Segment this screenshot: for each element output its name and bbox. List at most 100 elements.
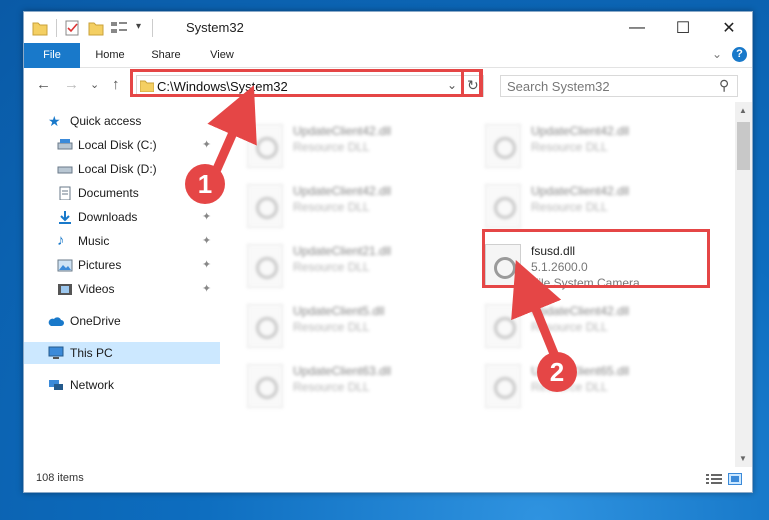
dll-file-icon (485, 184, 521, 228)
window-title: System32 (186, 20, 244, 35)
address-highlight-box (130, 69, 482, 97)
sidebar-item-music[interactable]: ♪ Music ✦ (24, 230, 220, 252)
close-button[interactable]: ✕ (706, 12, 752, 43)
file-name: UpdateClient65.dll (531, 364, 630, 378)
scroll-down-icon[interactable]: ▼ (739, 454, 747, 463)
scrollbar-thumb[interactable] (737, 122, 750, 170)
dll-file-icon (247, 184, 283, 228)
sidebar-item-label: Documents (78, 186, 139, 200)
sidebar-item-videos[interactable]: Videos ✦ (24, 278, 220, 300)
folder-icon (32, 22, 48, 36)
sidebar-item-label: Pictures (78, 258, 122, 272)
pin-icon[interactable]: ✦ (202, 182, 211, 204)
tab-share[interactable]: Share (144, 43, 188, 67)
pin-icon[interactable]: ✦ (202, 254, 211, 276)
properties-icon[interactable] (64, 19, 80, 37)
list-item[interactable]: UpdateClient42.dll Resource DLL (247, 182, 467, 234)
sidebar-item-label: Local Disk (C:) (78, 138, 157, 152)
file-name: UpdateClient42.dll (531, 184, 630, 198)
status-bar: 108 items (24, 467, 752, 492)
vertical-scrollbar[interactable]: ▲ ▼ (735, 102, 752, 467)
navigation-bar: ← → ⌄ ↑ C:\Windows\System32 ⌄ ↻ Search S… (24, 68, 752, 102)
list-item[interactable]: UpdateClient63.dll Resource DLL (247, 362, 467, 414)
quick-access-dropdown-icon[interactable]: ▾ (136, 21, 141, 32)
dll-file-icon (247, 244, 283, 288)
cloud-icon (48, 317, 64, 326)
file-name: UpdateClient42.dll (531, 304, 630, 318)
list-item[interactable]: UpdateClient42.dll Resource DLL (485, 182, 705, 234)
file-name: UpdateClient63.dll (293, 364, 392, 378)
sidebar-item-downloads[interactable]: Downloads ✦ (24, 206, 220, 228)
back-button[interactable]: ← (36, 76, 51, 93)
list-item[interactable]: UpdateClient21.dll Resource DLL (247, 242, 467, 294)
title-bar: ▾ System32 — ☐ ✕ (24, 12, 752, 43)
list-item[interactable]: UpdateClient42.dll Resource DLL (247, 122, 467, 174)
forward-button[interactable]: → (64, 76, 79, 93)
sidebar-item-label: Quick access (70, 114, 142, 128)
file-name: UpdateClient42.dll (531, 124, 630, 138)
file-type: Resource DLL (293, 380, 370, 394)
list-item[interactable]: UpdateClient5.dll Resource DLL (247, 302, 467, 354)
sidebar-item-label: Network (70, 378, 115, 392)
pin-icon[interactable]: ✦ (202, 278, 211, 300)
navigation-pane: ★ Quick access Local Disk (C:) ✦ Local D… (24, 102, 220, 467)
list-item[interactable]: UpdateClient42.dll Resource DLL (485, 122, 705, 174)
pc-icon (48, 346, 64, 359)
sidebar-item-quick-access[interactable]: ★ Quick access (24, 110, 220, 132)
sidebar-item-network[interactable]: Network (24, 374, 220, 396)
sidebar-item-label: Videos (78, 282, 115, 296)
recent-locations-button[interactable]: ⌄ (90, 78, 99, 91)
separator (152, 19, 153, 37)
dll-file-icon (485, 124, 521, 168)
dll-file-icon (485, 364, 521, 408)
file-name: UpdateClient42.dll (293, 184, 392, 198)
search-input[interactable]: Search System32 ⚲ (500, 75, 738, 97)
sidebar-item-label: OneDrive (70, 314, 121, 328)
sidebar-item-label: Local Disk (D:) (78, 162, 157, 176)
pin-icon[interactable]: ✦ (202, 134, 211, 156)
sidebar-item-pictures[interactable]: Pictures ✦ (24, 254, 220, 276)
view-options-icon[interactable] (110, 19, 128, 37)
maximize-button[interactable]: ☐ (660, 12, 706, 43)
separator (56, 19, 57, 37)
music-icon: ♪ (57, 232, 65, 249)
up-button[interactable]: ↑ (112, 76, 120, 93)
file-type: Resource DLL (531, 320, 608, 334)
list-item[interactable]: UpdateClient42.dll Resource DLL (485, 302, 705, 354)
tab-home[interactable]: Home (88, 43, 132, 67)
sidebar-item-documents[interactable]: Documents ✦ (24, 182, 220, 204)
sidebar-item-onedrive[interactable]: OneDrive (24, 310, 220, 332)
download-icon (59, 211, 71, 224)
network-icon (49, 380, 63, 390)
pin-icon[interactable]: ✦ (202, 206, 211, 228)
sidebar-item-local-disk-d[interactable]: Local Disk (D:) (24, 158, 220, 180)
list-item[interactable]: UpdateClient65.dll Resource DLL (485, 362, 705, 414)
search-icon[interactable]: ⚲ (719, 77, 729, 94)
file-type: Resource DLL (293, 140, 370, 154)
search-placeholder: Search System32 (507, 79, 610, 94)
pin-icon[interactable]: ✦ (202, 230, 211, 252)
dll-file-icon (485, 304, 521, 348)
sidebar-item-this-pc[interactable]: This PC (24, 342, 220, 364)
sidebar-item-label: Downloads (78, 210, 138, 224)
scroll-up-icon[interactable]: ▲ (739, 106, 747, 115)
sidebar-item-label: This PC (70, 346, 113, 360)
file-type: Resource DLL (293, 320, 370, 334)
new-folder-icon[interactable] (88, 19, 104, 37)
tab-view[interactable]: View (202, 43, 242, 67)
file-name: UpdateClient21.dll (293, 244, 392, 258)
ribbon-tabs: File Home Share View ⌄ ? (24, 43, 752, 95)
dll-file-icon (247, 364, 283, 408)
file-type: Resource DLL (531, 200, 608, 214)
file-name: UpdateClient5.dll (293, 304, 385, 318)
details-view-icon[interactable] (706, 473, 722, 485)
drive-icon (57, 166, 73, 174)
ribbon-collapse-icon[interactable]: ⌄ (712, 47, 722, 61)
file-type: Resource DLL (531, 380, 608, 394)
file-type: Resource DLL (293, 200, 370, 214)
sidebar-item-local-disk-c[interactable]: Local Disk (C:) ✦ (24, 134, 220, 156)
help-icon[interactable]: ? (732, 47, 747, 62)
large-icons-view-icon[interactable] (728, 473, 742, 485)
minimize-button[interactable]: — (614, 12, 660, 43)
file-type: Resource DLL (531, 140, 608, 154)
